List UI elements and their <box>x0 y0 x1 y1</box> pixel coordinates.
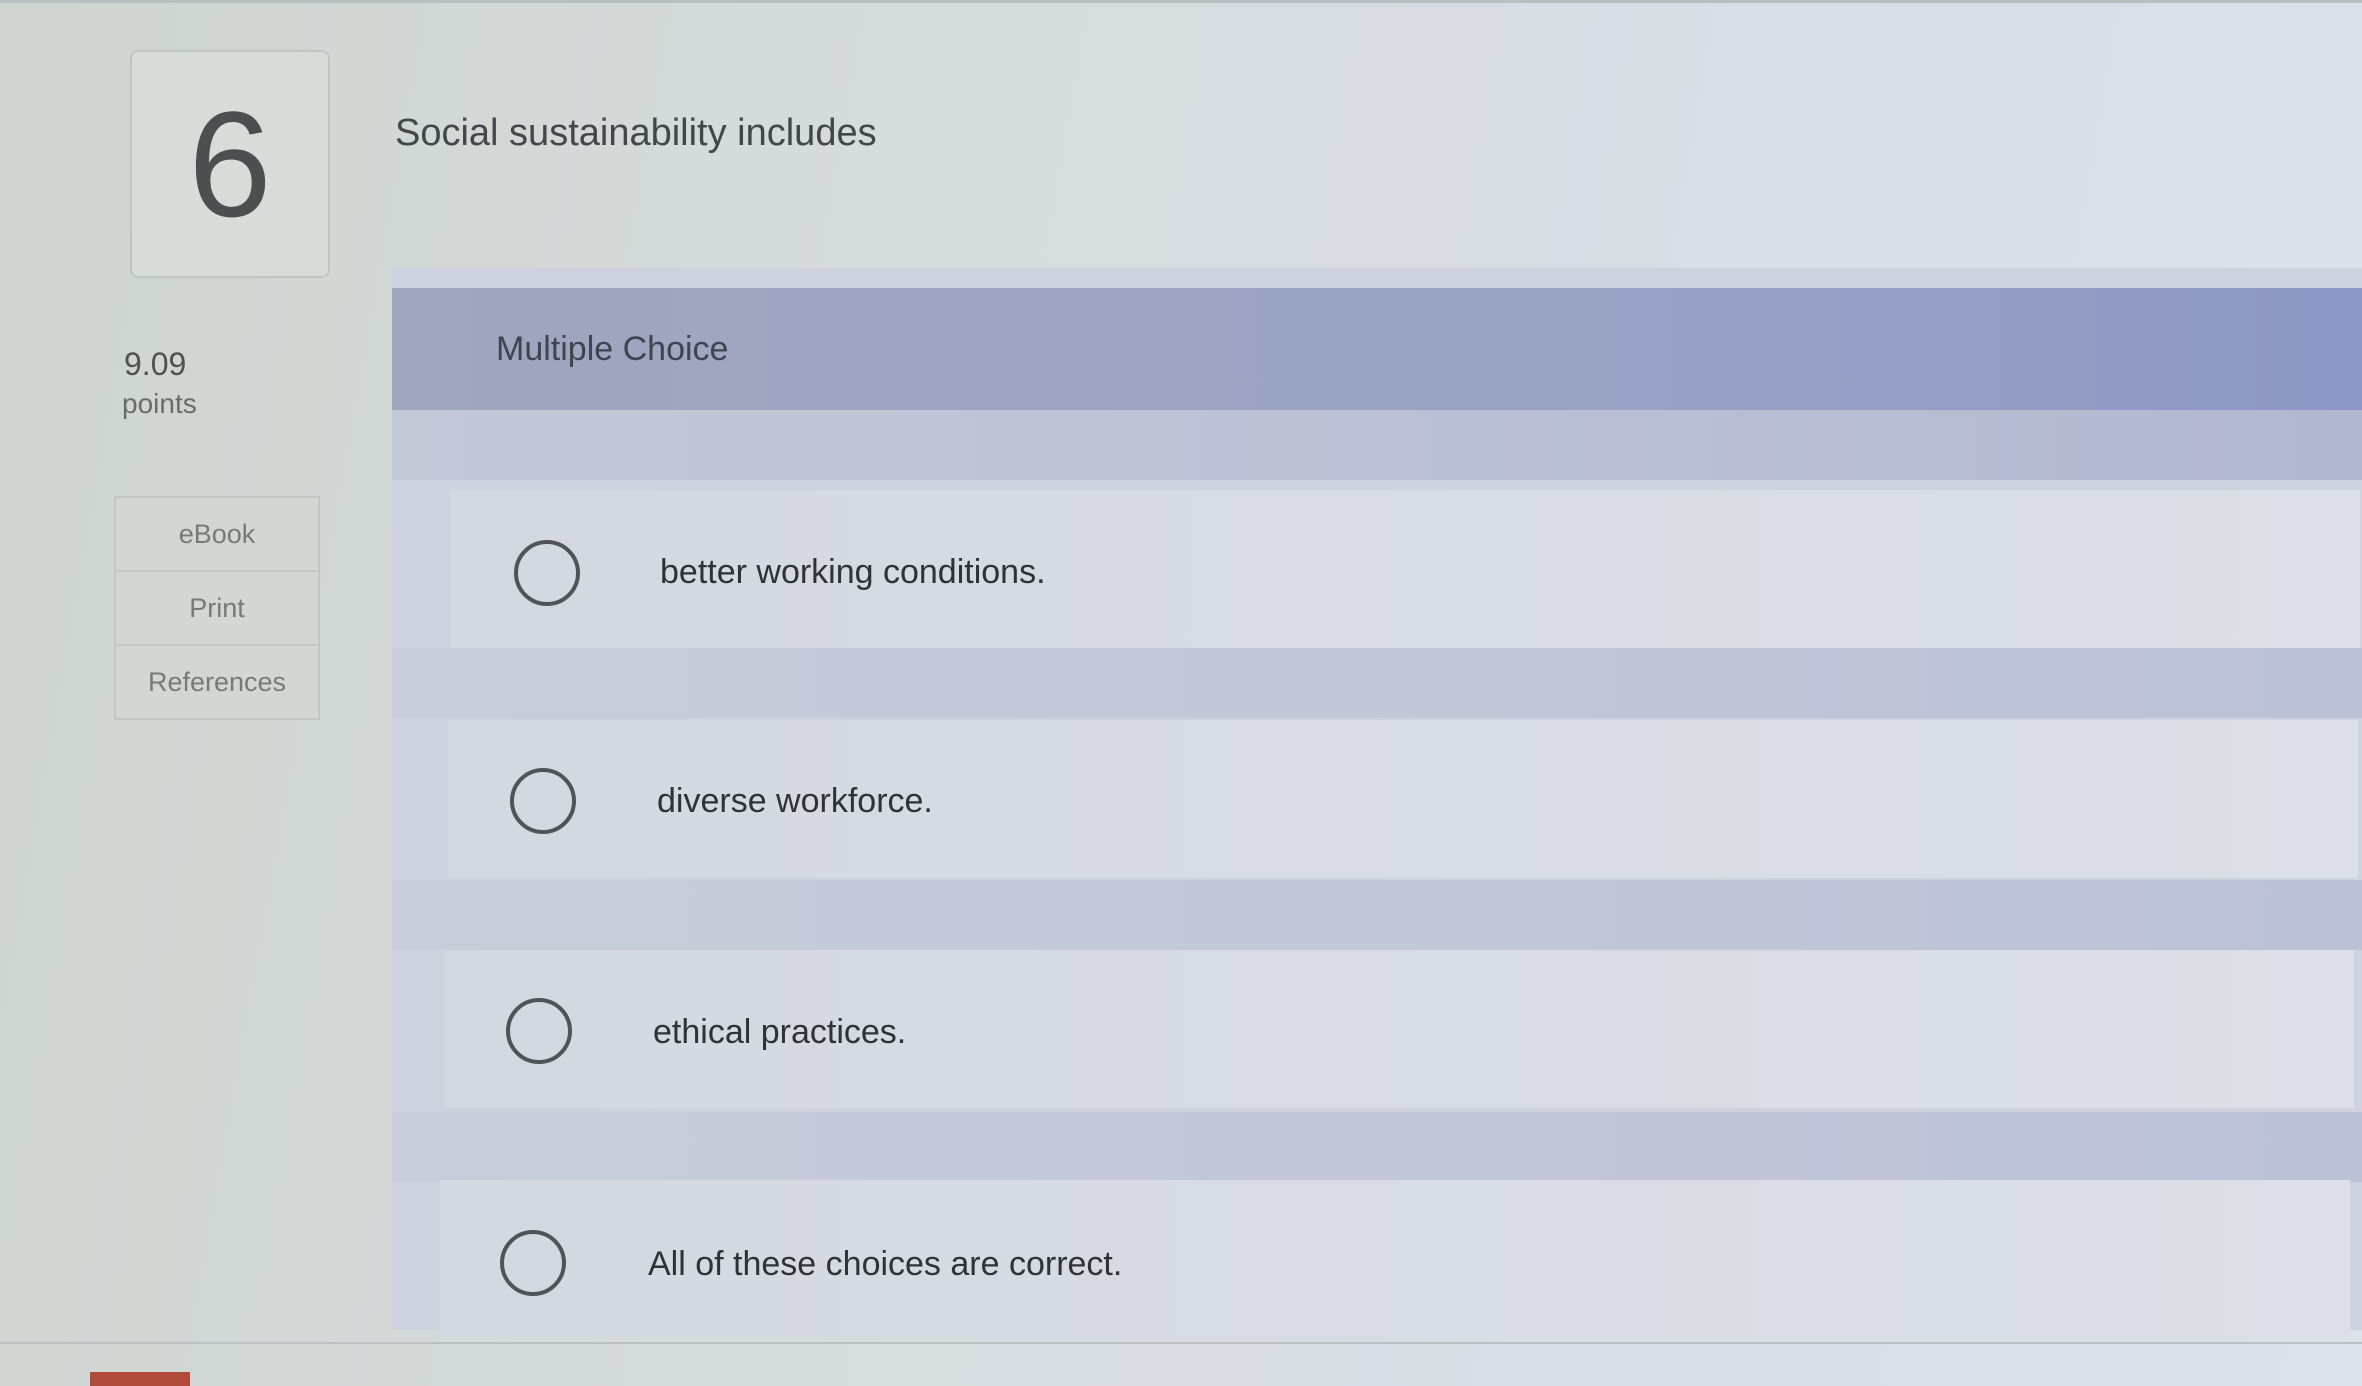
choice-label-3: ethical practices. <box>653 1013 907 1051</box>
choice-separator <box>392 648 2362 718</box>
choice-label-4: All of these choices are correct. <box>648 1245 1123 1283</box>
bottom-divider <box>0 1342 2362 1344</box>
print-button[interactable]: Print <box>116 572 318 646</box>
references-button[interactable]: References <box>116 646 318 718</box>
radio-button-4[interactable] <box>500 1230 566 1296</box>
radio-button-3[interactable] <box>506 998 572 1064</box>
choice-label-1: better working conditions. <box>660 553 1046 591</box>
question-number-box: 6 <box>130 50 330 278</box>
radio-button-1[interactable] <box>514 540 580 606</box>
radio-button-2[interactable] <box>510 768 576 834</box>
choice-separator <box>392 880 2362 950</box>
question-text: Social sustainability includes <box>395 112 877 154</box>
points-label: points <box>122 388 197 419</box>
top-divider <box>0 0 2362 3</box>
question-number: 6 <box>188 80 272 248</box>
choice-separator <box>392 1112 2362 1182</box>
bottom-tab-indicator[interactable] <box>90 1372 190 1386</box>
header-band <box>392 410 2362 480</box>
question-type-label: Multiple Choice <box>496 330 729 368</box>
choice-label-2: diverse workforce. <box>657 782 933 820</box>
ebook-button[interactable]: eBook <box>116 498 318 572</box>
side-tools-panel: eBook Print References <box>114 496 320 720</box>
points-value: 9.09 <box>124 346 187 382</box>
